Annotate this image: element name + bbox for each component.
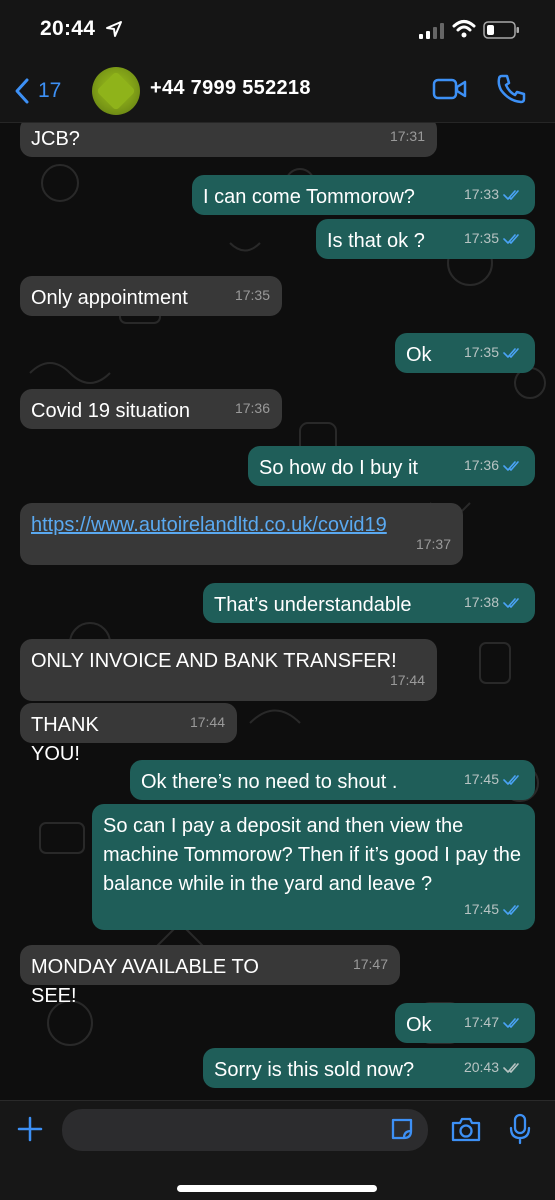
outgoing-message[interactable]: Ok 17:35 <box>395 333 535 373</box>
message-time: 17:35 <box>463 230 499 246</box>
message-text: So can I pay a deposit and then view the… <box>103 815 522 895</box>
home-indicator <box>177 1185 377 1192</box>
chevron-left-icon <box>15 78 29 104</box>
message-time: 17:36 <box>234 400 270 416</box>
outgoing-message[interactable]: So how do I buy it 17:36 <box>248 446 535 486</box>
message-time: 17:47 <box>463 1014 499 1030</box>
microphone-icon[interactable] <box>508 1113 532 1145</box>
message-time: 17:45 <box>463 771 499 787</box>
cellular-signal-icon <box>419 23 444 39</box>
message-meta: 17:47 <box>353 950 388 979</box>
incoming-message[interactable]: Only appointment 17:35 <box>20 276 282 316</box>
message-time: 17:36 <box>463 457 499 473</box>
message-time: 17:33 <box>463 186 499 202</box>
message-text: That’s understandable <box>214 594 412 616</box>
delivered-receipt-icon <box>503 1062 519 1073</box>
message-time: 17:47 <box>352 956 388 972</box>
message-meta: 17:44 <box>390 666 425 695</box>
message-meta: 17:45 <box>464 765 523 794</box>
read-receipt-icon <box>503 189 519 200</box>
read-receipt-icon <box>503 460 519 471</box>
incoming-message[interactable]: THANK YOU! 17:44 <box>20 703 237 765</box>
message-time: 17:44 <box>189 714 225 730</box>
message-text: Sorry is this sold now? <box>214 1059 415 1081</box>
read-receipt-icon <box>503 1017 519 1028</box>
battery-icon <box>483 21 519 39</box>
message-meta: 17:36 <box>464 451 523 480</box>
message-list[interactable]: JCB? 17:31 I can come Tommorow? 17:33 Is tha… <box>0 123 555 1100</box>
contact-avatar[interactable] <box>92 67 140 115</box>
location-arrow-icon <box>106 21 122 37</box>
incoming-message[interactable]: Covid 19 situation 17:36 <box>20 389 282 429</box>
message-meta: 17:45 <box>464 895 523 924</box>
sticker-icon[interactable] <box>389 1116 415 1142</box>
read-receipt-icon <box>503 774 519 785</box>
incoming-message[interactable]: https://www.autoirelandltd.co.uk/covid19… <box>20 503 463 565</box>
message-text: So how do I buy it <box>259 457 418 479</box>
outgoing-message[interactable]: So can I pay a deposit and then view the… <box>92 804 535 930</box>
message-text: Only appointment <box>31 287 188 309</box>
message-meta: 17:36 <box>235 394 270 423</box>
message-time: 20:43 <box>463 1059 499 1075</box>
outgoing-message[interactable]: Ok 17:47 <box>395 1003 535 1043</box>
message-meta: 20:43 <box>464 1053 523 1082</box>
message-text: Ok there’s no need to shout . <box>141 771 398 793</box>
outgoing-message[interactable]: I can come Tommorow? 17:33 <box>192 175 535 215</box>
read-receipt-icon <box>503 347 519 358</box>
incoming-message[interactable]: ONLY INVOICE AND BANK TRANSFER! 17:44 <box>20 639 437 701</box>
composer-bar <box>0 1100 555 1200</box>
video-call-icon[interactable] <box>432 75 468 103</box>
message-meta: 17:33 <box>464 180 523 209</box>
message-link[interactable]: https://www.autoirelandltd.co.uk/covid19 <box>31 514 387 536</box>
message-time: 17:35 <box>234 287 270 303</box>
status-bar: 20:44 <box>0 0 555 60</box>
message-meta: 17:35 <box>464 224 523 253</box>
outgoing-message[interactable]: Sorry is this sold now? 20:43 <box>203 1048 535 1088</box>
wifi-icon <box>452 20 476 38</box>
back-button[interactable]: 17 <box>14 74 61 108</box>
incoming-message[interactable]: JCB? 17:31 <box>20 123 437 157</box>
message-meta: 17:35 <box>235 281 270 310</box>
message-text: I can come Tommorow? <box>203 186 415 208</box>
unread-count: 17 <box>38 79 62 102</box>
message-time: 17:38 <box>463 594 499 610</box>
message-time: 17:35 <box>463 344 499 360</box>
message-meta: 17:37 <box>416 530 451 559</box>
message-meta: 17:35 <box>464 338 523 367</box>
read-receipt-icon <box>503 233 519 244</box>
message-text: JCB? <box>31 128 80 150</box>
contact-name[interactable]: +44 7999 552218 <box>150 77 311 100</box>
message-time: 17:44 <box>389 672 425 688</box>
phone-call-icon[interactable] <box>496 73 526 105</box>
message-meta: 17:38 <box>464 588 523 617</box>
plus-icon[interactable] <box>16 1115 44 1143</box>
message-time: 17:45 <box>463 901 499 917</box>
message-time: 17:31 <box>389 128 425 144</box>
camera-icon[interactable] <box>450 1115 482 1143</box>
message-input[interactable] <box>62 1109 428 1151</box>
status-time: 20:44 <box>40 17 96 40</box>
message-text: MONDAY AVAILABLE TO SEE! <box>31 956 259 1007</box>
read-receipt-icon <box>503 904 519 915</box>
outgoing-message[interactable]: That’s understandable 17:38 <box>203 583 535 623</box>
message-meta: 17:44 <box>190 708 225 737</box>
message-meta: 17:47 <box>464 1008 523 1037</box>
outgoing-message[interactable]: Ok there’s no need to shout . 17:45 <box>130 760 535 800</box>
read-receipt-icon <box>503 597 519 608</box>
message-meta: 17:31 <box>390 123 425 151</box>
whatsapp-chat-screen: 20:44 17 +44 7999 552218 JCB? 17:31 I ca… <box>0 0 555 1200</box>
message-text: ONLY INVOICE AND BANK TRANSFER! <box>31 650 397 672</box>
message-time: 17:37 <box>415 536 451 552</box>
outgoing-message[interactable]: Is that ok ? 17:35 <box>316 219 535 259</box>
incoming-message[interactable]: MONDAY AVAILABLE TO SEE! 17:47 <box>20 945 400 1007</box>
chat-header: 17 +44 7999 552218 <box>0 60 555 123</box>
